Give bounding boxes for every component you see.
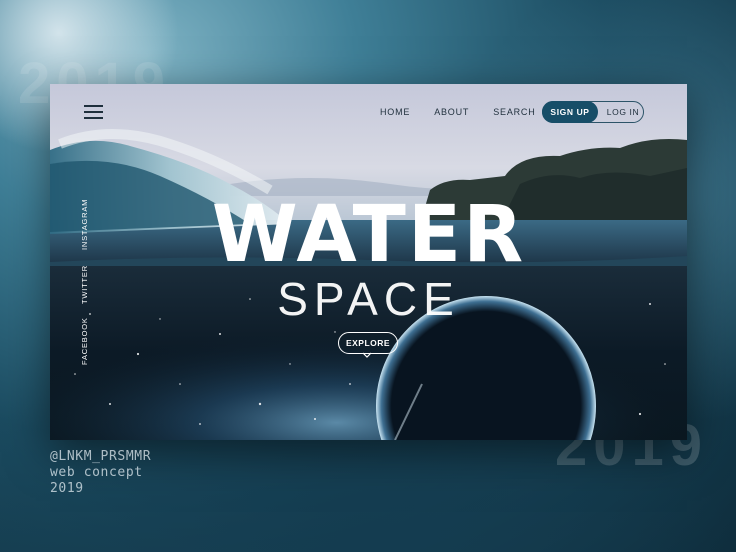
project-type: web concept [50, 465, 143, 480]
website-mockup-card: HOME ABOUT SEARCH SIGN UP LOG IN INSTAGR… [50, 84, 687, 440]
author-handle: @LNKM_PRSMMR [50, 449, 152, 464]
menu-button[interactable] [84, 105, 103, 119]
hamburger-icon-line [84, 117, 103, 119]
sign-up-button[interactable]: SIGN UP [542, 101, 598, 123]
chevron-down-icon [362, 352, 372, 358]
nav-about-link[interactable]: ABOUT [434, 107, 469, 117]
hamburger-icon-line [84, 111, 103, 113]
hero-title: WATER [211, 190, 526, 280]
hamburger-icon-line [84, 105, 103, 107]
explore-button[interactable]: EXPLORE [338, 332, 398, 354]
social-link-facebook[interactable]: FACEBOOK [80, 317, 89, 365]
log-in-button[interactable]: LOG IN [601, 102, 645, 122]
hero-subtitle: SPACE [277, 273, 460, 325]
nav-search-link[interactable]: SEARCH [493, 107, 535, 117]
auth-toggle: SIGN UP LOG IN [542, 101, 644, 123]
main-nav: HOME ABOUT SEARCH [380, 107, 560, 117]
author-credits: @LNKM_PRSMMR web concept 2019 [50, 449, 151, 497]
project-year: 2019 [50, 481, 84, 496]
nav-home-link[interactable]: HOME [380, 107, 410, 117]
